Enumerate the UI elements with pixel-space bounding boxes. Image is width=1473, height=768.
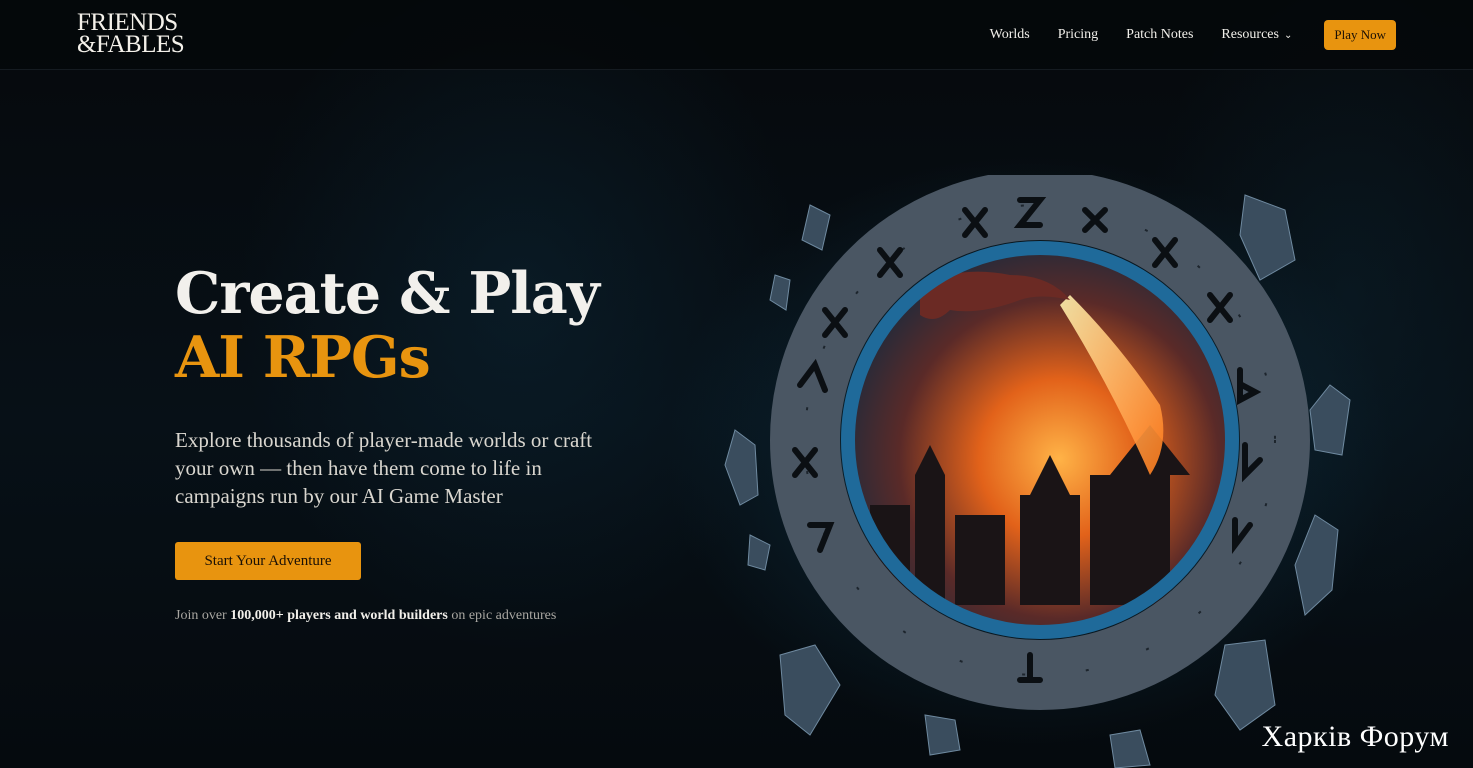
hero-title-line-2: AI RPGs bbox=[175, 324, 431, 391]
nav-worlds[interactable]: Worlds bbox=[990, 27, 1030, 43]
join-count: 100,000+ players and world builders bbox=[230, 608, 448, 623]
join-suffix: on epic adventures bbox=[451, 608, 557, 623]
nav-resources[interactable]: Resources ⌄ bbox=[1221, 27, 1292, 43]
play-now-button[interactable]: Play Now bbox=[1324, 20, 1396, 50]
hero-subtitle: Explore thousands of player-made worlds … bbox=[175, 428, 593, 508]
nav-pricing[interactable]: Pricing bbox=[1058, 27, 1098, 43]
rune-portal-illustration bbox=[724, 175, 1351, 768]
nav-patch-notes[interactable]: Patch Notes bbox=[1126, 27, 1193, 43]
site-header: FRIENDS &FABLES Worlds Pricing Patch Not… bbox=[0, 0, 1473, 70]
brand-logo[interactable]: FRIENDS &FABLES bbox=[77, 10, 187, 58]
main-nav: Worlds Pricing Patch Notes Resources ⌄ Pl… bbox=[990, 19, 1396, 51]
chevron-down-icon: ⌄ bbox=[1283, 30, 1293, 41]
watermark-text: Харків Форум bbox=[1261, 720, 1449, 753]
join-prefix: Join over bbox=[175, 608, 227, 623]
hero-title-line-1: Create & Play bbox=[175, 260, 600, 327]
join-text: Join over 100,000+ players and world bui… bbox=[175, 608, 695, 624]
nav-resources-label: Resources bbox=[1221, 27, 1279, 42]
brand-line-2: &FABLES bbox=[77, 31, 185, 58]
hero-section: Create & Play AI RPGs Explore thousands … bbox=[175, 262, 695, 624]
start-adventure-button[interactable]: Start Your Adventure bbox=[175, 542, 361, 580]
